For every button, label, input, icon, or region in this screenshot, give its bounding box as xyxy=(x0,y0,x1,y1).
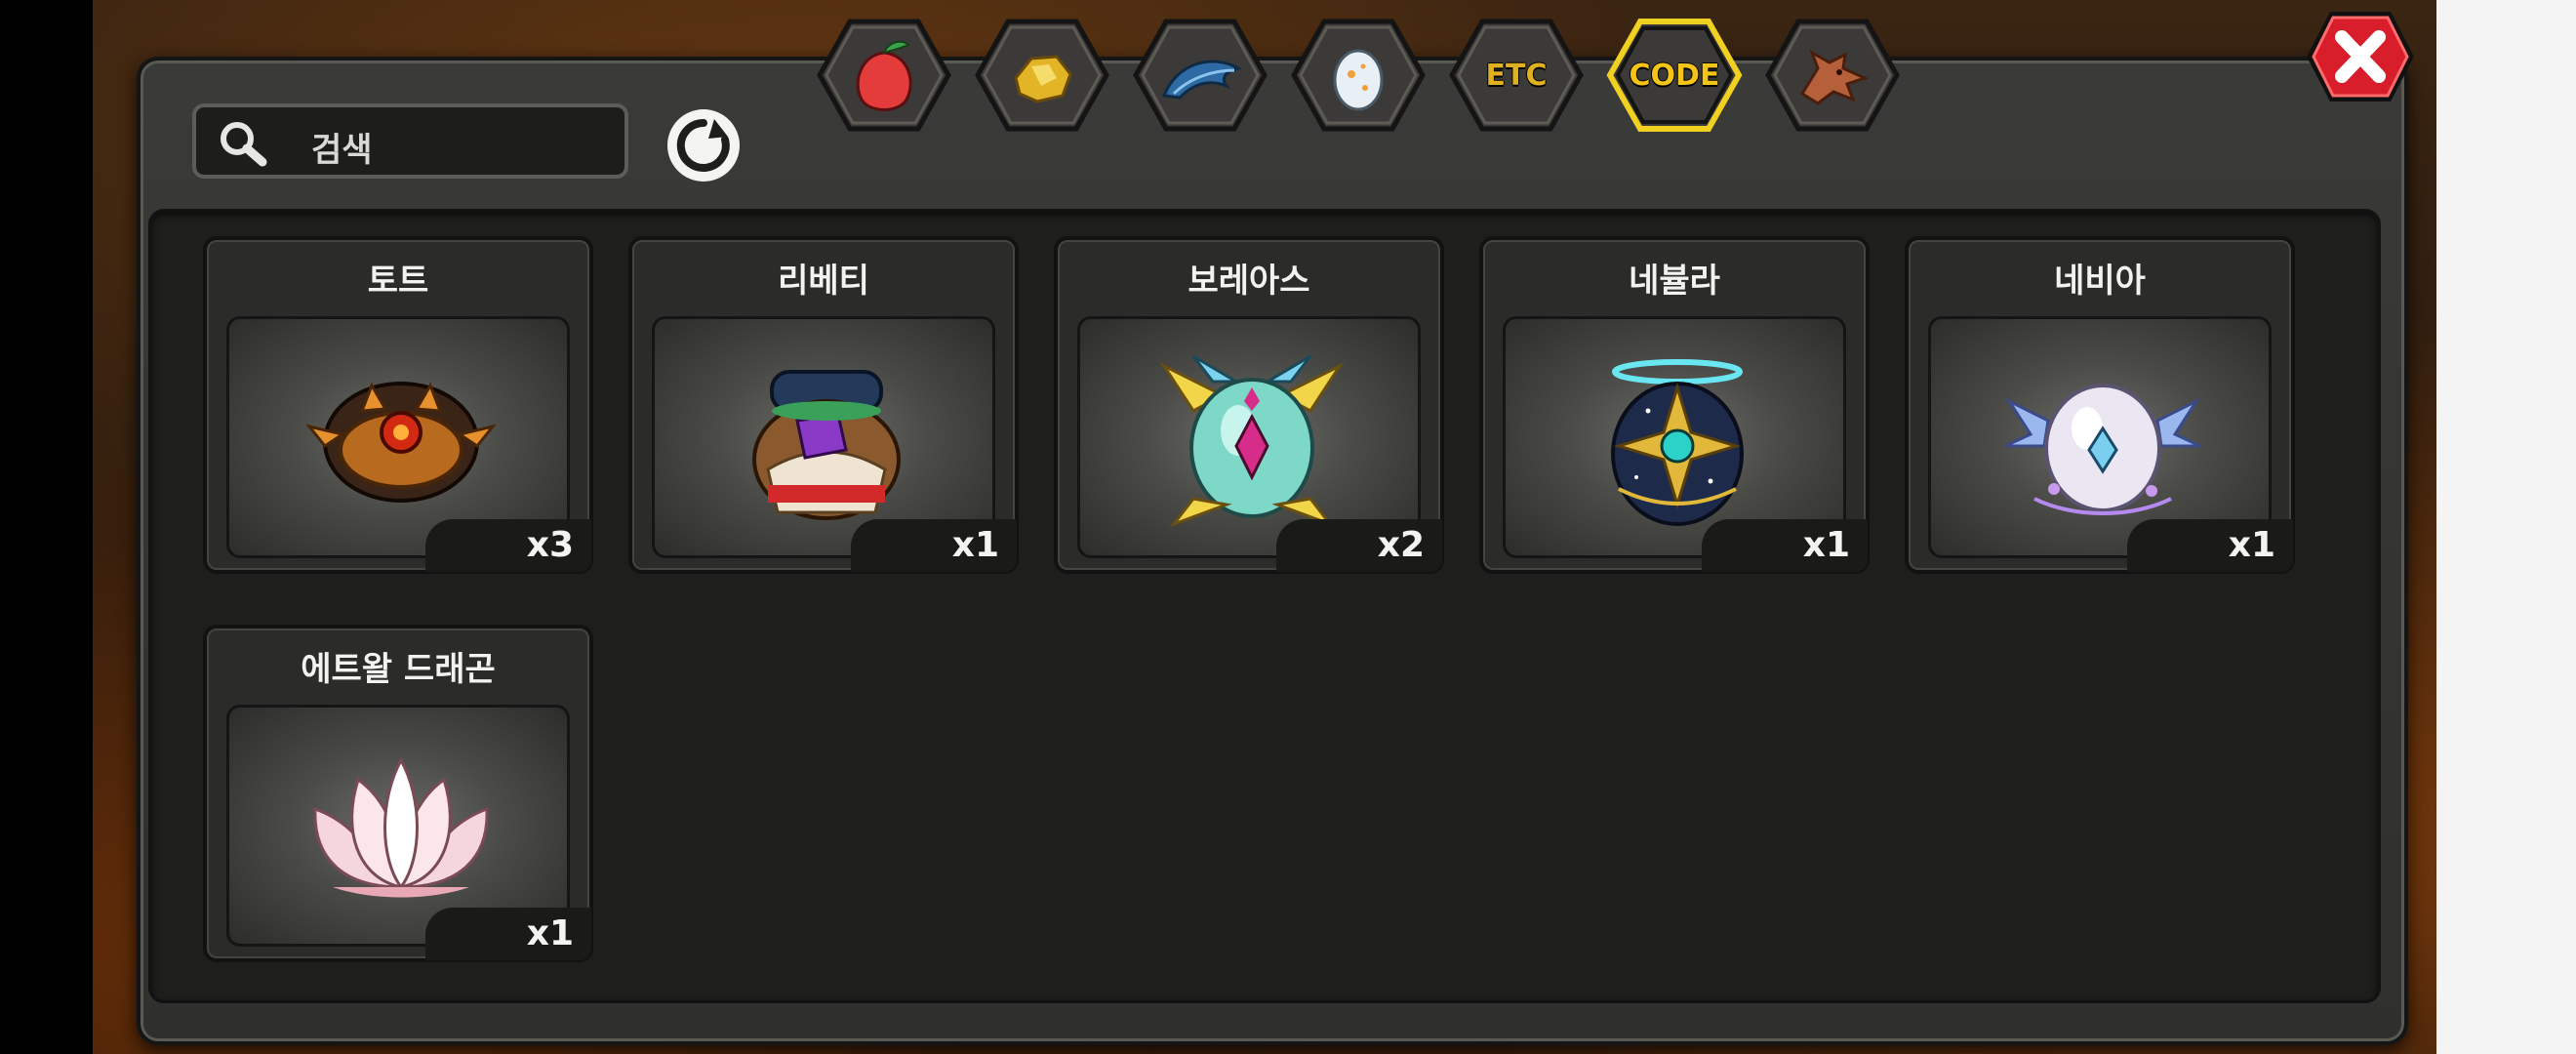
item-quantity: x2 xyxy=(1276,519,1442,572)
search-input[interactable]: 검색 xyxy=(192,103,628,179)
search-placeholder: 검색 xyxy=(311,131,373,170)
item-name: 리베티 xyxy=(778,262,869,301)
item-card[interactable]: 리베티 x1 xyxy=(628,236,1019,574)
item-card[interactable]: 네뷸라 x1 xyxy=(1479,236,1870,574)
feather-icon xyxy=(1161,60,1242,100)
libeti-egg-icon xyxy=(752,370,901,520)
fruit-icon xyxy=(856,40,912,111)
etoile-lotus-egg-icon xyxy=(313,756,489,898)
item-quantity: x1 xyxy=(1702,519,1868,572)
tab-egg[interactable] xyxy=(1290,18,1427,133)
tab-fruit[interactable] xyxy=(816,18,952,133)
tab-etc-label: ETC xyxy=(1485,59,1548,93)
item-card[interactable]: 토트 x3 xyxy=(203,236,593,574)
item-quantity: x1 xyxy=(2127,519,2293,572)
item-card[interactable]: 네비아 x1 xyxy=(1905,236,2295,574)
nebula-egg-icon xyxy=(1611,359,1744,526)
item-card[interactable]: 보레아스 x2 xyxy=(1054,236,1444,574)
item-name: 토트 xyxy=(367,262,429,301)
close-button[interactable] xyxy=(2303,8,2418,105)
dragon-head-icon xyxy=(1799,49,1870,105)
item-card[interactable]: 에트왈 드래곤 x1 xyxy=(203,625,593,962)
item-quantity: x1 xyxy=(851,519,1017,572)
item-name: 보레아스 xyxy=(1187,262,1310,301)
item-name: 네비아 xyxy=(2054,262,2146,301)
item-quantity: x1 xyxy=(425,908,591,960)
boreas-egg-icon xyxy=(1159,354,1345,528)
item-quantity: x3 xyxy=(425,519,591,572)
tab-feather[interactable] xyxy=(1132,18,1268,133)
tot-egg-icon xyxy=(305,382,497,503)
item-name: 에트왈 드래곤 xyxy=(301,650,496,689)
tab-code[interactable]: CODE xyxy=(1606,18,1743,133)
screen-edge xyxy=(2436,0,2576,1054)
nevia-egg-icon xyxy=(2005,384,2200,515)
gold-icon xyxy=(1014,55,1072,103)
item-name: 네뷸라 xyxy=(1629,262,1720,301)
tab-code-label: CODE xyxy=(1629,59,1720,93)
tab-gold[interactable] xyxy=(974,18,1110,133)
egg-icon xyxy=(1333,49,1384,111)
tab-dragon[interactable] xyxy=(1764,18,1901,133)
refresh-icon[interactable] xyxy=(664,105,744,185)
tab-etc[interactable]: ETC xyxy=(1448,18,1585,133)
search-icon xyxy=(221,122,267,167)
